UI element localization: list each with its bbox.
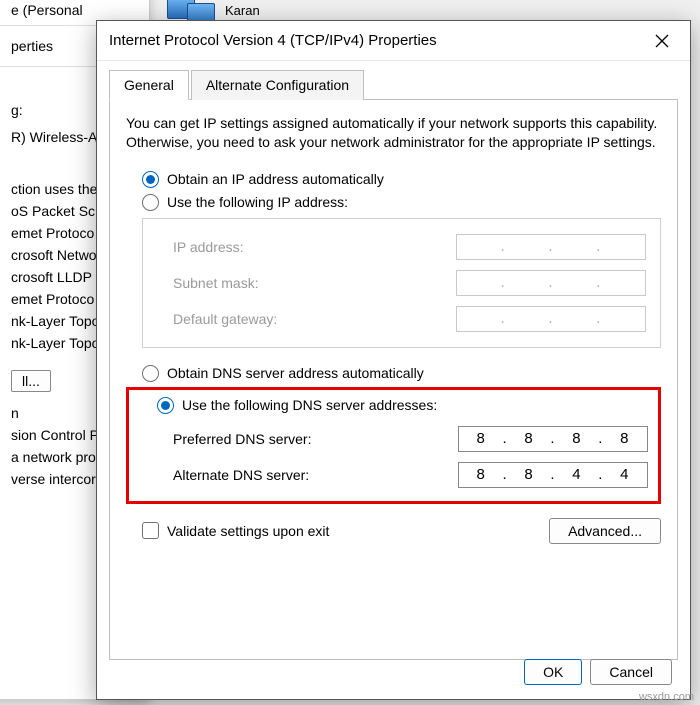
watermark: wsxdn.com — [639, 691, 694, 703]
radio-dns-manual-label: Use the following DNS server addresses: — [182, 397, 437, 413]
radio-ip-auto[interactable] — [142, 171, 159, 188]
default-gateway-input: ... — [456, 306, 646, 332]
preferred-dns-label: Preferred DNS server: — [173, 431, 458, 447]
subnet-mask-input: ... — [456, 270, 646, 296]
radio-ip-auto-label: Obtain an IP address automatically — [167, 171, 384, 187]
ip-address-group: Obtain an IP address automatically Use t… — [126, 168, 661, 348]
dialog-footer: OK Cancel — [516, 659, 672, 685]
ip-address-label: IP address: — [173, 239, 456, 255]
close-button[interactable] — [646, 25, 678, 57]
ip-address-input: ... — [456, 234, 646, 260]
close-icon — [655, 34, 669, 48]
tab-alternate-configuration[interactable]: Alternate Configuration — [191, 70, 364, 100]
bg-install-button[interactable]: ll... — [11, 370, 51, 392]
radio-dns-auto-label: Obtain DNS server address automatically — [167, 365, 424, 381]
validate-settings-label: Validate settings upon exit — [167, 523, 329, 539]
advanced-button[interactable]: Advanced... — [549, 518, 661, 544]
alternate-dns-label: Alternate DNS server: — [173, 467, 458, 483]
radio-ip-manual[interactable] — [142, 194, 159, 211]
ip-fields: IP address: ... Subnet mask: ... Default… — [142, 218, 661, 348]
radio-ip-manual-label: Use the following IP address: — [167, 194, 348, 210]
radio-dns-auto[interactable] — [142, 365, 159, 382]
preferred-dns-input[interactable]: 8. 8. 8. 8 — [458, 426, 648, 452]
dialog-titlebar: Internet Protocol Version 4 (TCP/IPv4) P… — [97, 21, 690, 61]
tab-page-general: You can get IP settings assigned automat… — [109, 100, 678, 660]
tabstrip: General Alternate Configuration — [109, 69, 678, 100]
bg-network-label: e (Personal — [0, 0, 671, 21]
dialog-title: Internet Protocol Version 4 (TCP/IPv4) P… — [109, 32, 646, 49]
radio-dns-manual[interactable] — [157, 397, 174, 414]
bg-adapter-label: Karan — [225, 3, 260, 18]
cancel-button[interactable]: Cancel — [590, 659, 672, 685]
alternate-dns-input[interactable]: 8. 8. 4. 4 — [458, 462, 648, 488]
ok-button[interactable]: OK — [524, 659, 582, 685]
default-gateway-label: Default gateway: — [173, 311, 456, 327]
ipv4-properties-dialog: Internet Protocol Version 4 (TCP/IPv4) P… — [96, 20, 691, 700]
validate-settings-checkbox[interactable] — [142, 522, 159, 539]
tab-general[interactable]: General — [109, 70, 189, 100]
subnet-mask-label: Subnet mask: — [173, 275, 456, 291]
description-text: You can get IP settings assigned automat… — [126, 114, 661, 152]
dns-highlight: Use the following DNS server addresses: … — [126, 387, 661, 504]
